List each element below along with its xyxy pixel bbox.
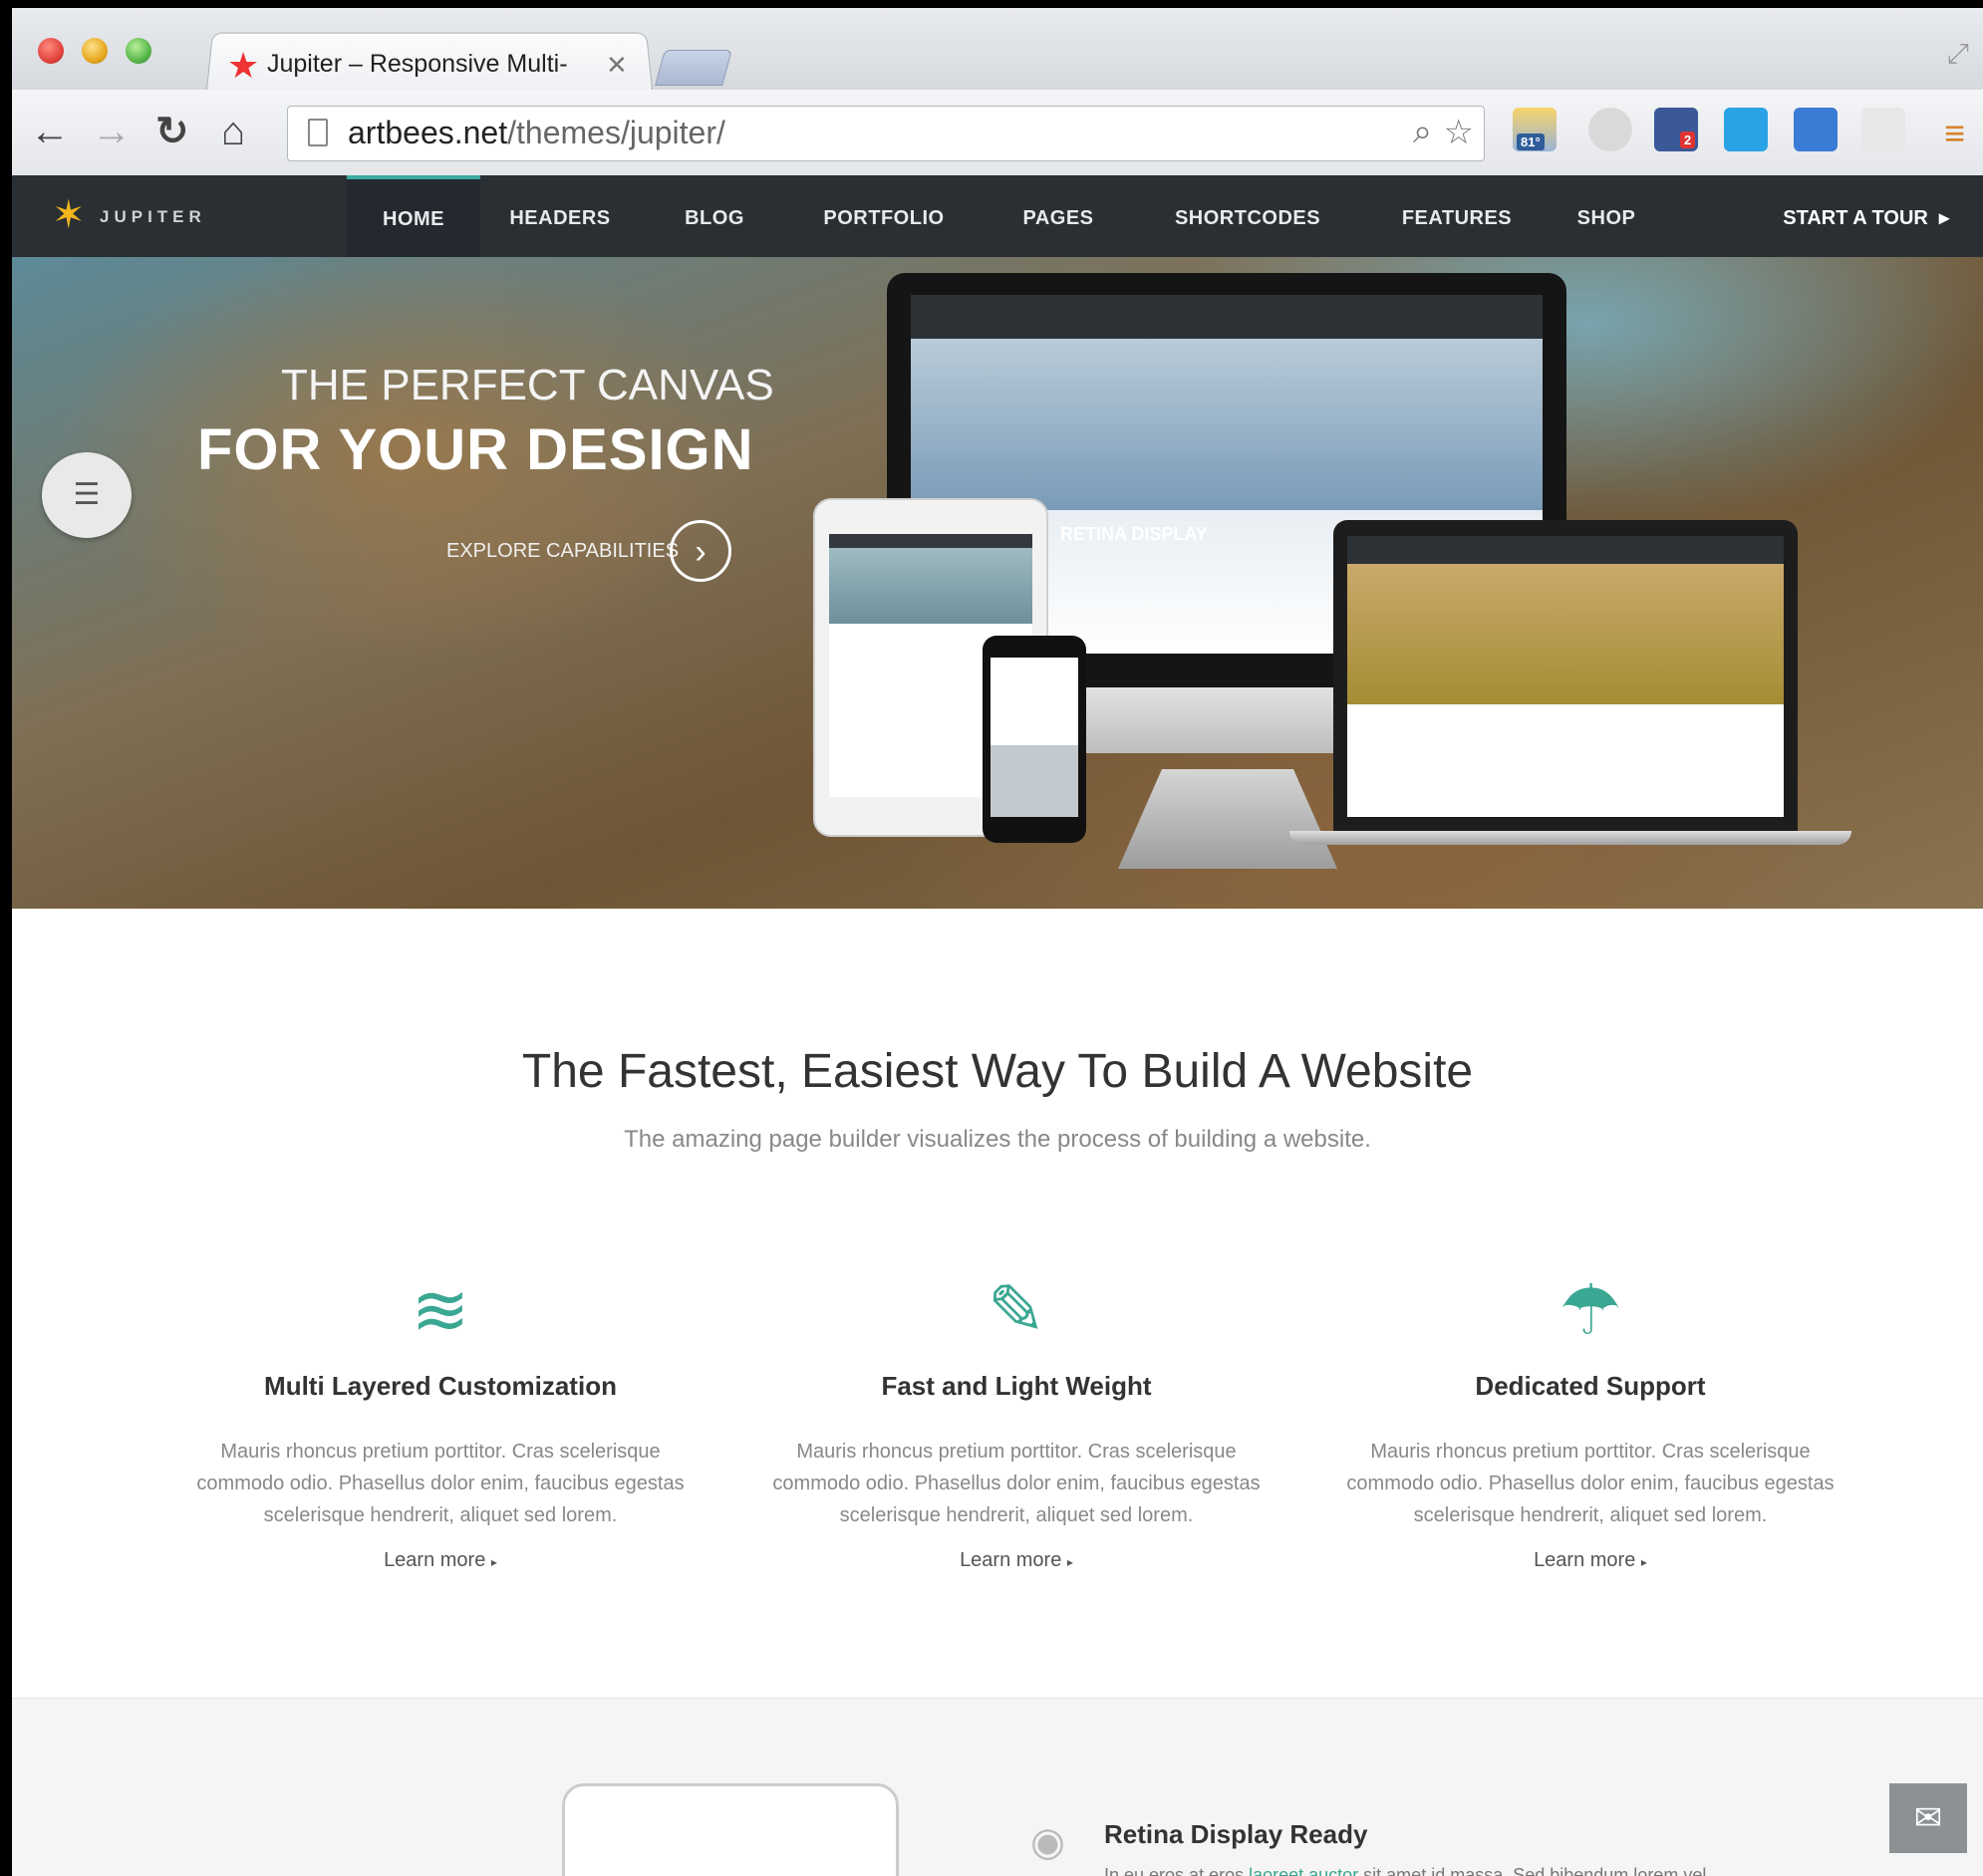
feature-title: Multi Layered Customization	[161, 1371, 719, 1402]
feature-text: Mauris rhoncus pretium porttitor. Cras s…	[181, 1436, 700, 1531]
eye-icon: ◉	[1030, 1819, 1065, 1865]
side-panel-toggle-icon[interactable]: ☰	[42, 452, 132, 538]
close-window-button[interactable]	[38, 38, 64, 64]
umbrella-icon: ☂	[1311, 1269, 1869, 1351]
retina-text-start: In eu eros at eros	[1104, 1865, 1249, 1876]
logo-star-icon: ✶	[52, 195, 86, 235]
caret-right-icon: ▸	[1939, 207, 1949, 229]
hero-heading-light: THE PERFECT CANVAS	[281, 361, 774, 410]
retina-section	[12, 1698, 1983, 1876]
calendar-icon[interactable]	[1794, 108, 1838, 151]
weather-extension-icon[interactable]: 81°	[1513, 108, 1557, 151]
laptop-screen	[1347, 536, 1784, 817]
feature-card: ≋ Multi Layered Customization Mauris rho…	[161, 1269, 719, 1572]
retina-title: Retina Display Ready	[1104, 1819, 1367, 1850]
laptop-base	[1289, 831, 1851, 845]
search-icon[interactable]: ⌕	[1413, 113, 1432, 151]
learn-more-label: Learn more	[960, 1549, 1061, 1571]
retina-text: In eu eros at eros laoreet auctor sit am…	[1104, 1865, 1706, 1876]
menu-icon[interactable]: ≡	[1944, 116, 1965, 151]
caret-right-icon: ▸	[1641, 1555, 1647, 1569]
laoreet-auctor-link[interactable]: laoreet auctor	[1249, 1865, 1358, 1876]
url-path: /themes/jupiter/	[507, 115, 725, 150]
nav-pages[interactable]: PAGES	[1008, 175, 1108, 257]
site-logo[interactable]: JUPITER	[100, 207, 206, 227]
nav-shop[interactable]: SHOP	[1566, 175, 1646, 257]
start-tour-link[interactable]: START A TOUR ▸	[1783, 205, 1949, 230]
learn-more-label: Learn more	[1534, 1549, 1635, 1571]
feature-text: Mauris rhoncus pretium porttitor. Cras s…	[1331, 1436, 1849, 1531]
extension-icon[interactable]	[1588, 108, 1632, 151]
feature-title: Dedicated Support	[1311, 1371, 1869, 1402]
facebook-icon[interactable]: 2	[1654, 108, 1698, 151]
section-title: The Fastest, Easiest Way To Build A Webs…	[12, 1044, 1983, 1099]
feather-icon: ✎	[737, 1269, 1295, 1351]
site-navigation: ✶ JUPITER HOME HEADERS BLOG PORTFOLIO PA…	[12, 175, 1983, 257]
weather-badge: 81°	[1517, 134, 1545, 150]
forward-arrow-icon[interactable]: →	[92, 112, 132, 151]
reload-icon[interactable]: ↻	[155, 112, 189, 151]
bookmark-star-icon[interactable]: ☆	[1444, 113, 1474, 152]
back-arrow-icon[interactable]: ←	[30, 112, 70, 151]
favicon-star-icon: ★	[227, 48, 259, 84]
tab-title: Jupiter – Responsive Multi-	[267, 50, 596, 79]
url-text[interactable]: artbees.net/themes/jupiter/	[348, 115, 725, 151]
phone-screen	[991, 658, 1078, 817]
phone-mockup	[983, 636, 1086, 843]
feature-card: ✎ Fast and Light Weight Mauris rhoncus p…	[737, 1269, 1295, 1572]
twitter-icon[interactable]	[1724, 108, 1768, 151]
phone-extension-icon[interactable]	[1861, 108, 1905, 151]
zoom-window-button[interactable]	[126, 38, 151, 64]
learn-more-label: Learn more	[384, 1549, 485, 1571]
feature-text: Mauris rhoncus pretium porttitor. Cras s…	[757, 1436, 1275, 1531]
nav-features[interactable]: FEATURES	[1387, 175, 1527, 257]
start-tour-label: START A TOUR	[1783, 207, 1928, 229]
new-tab-button[interactable]	[655, 50, 732, 86]
home-icon[interactable]: ⌂	[221, 112, 245, 151]
browser-window: ★ Jupiter – Responsive Multi- ✕ ⤢ ← → ↻ …	[12, 8, 1983, 1876]
feature-card: ☂ Dedicated Support Mauris rhoncus preti…	[1311, 1269, 1869, 1572]
nav-blog[interactable]: BLOG	[670, 175, 759, 257]
fullscreen-icon[interactable]: ⤢	[1947, 38, 1969, 71]
minimize-window-button[interactable]	[82, 38, 108, 64]
tab-close-icon[interactable]: ✕	[606, 50, 628, 81]
explore-capabilities-link[interactable]: EXPLORE CAPABILITIES	[446, 540, 679, 563]
chevron-right-icon[interactable]: ›	[670, 520, 731, 582]
layers-icon: ≋	[161, 1269, 719, 1351]
imac-stand	[1118, 769, 1337, 869]
nav-shortcodes[interactable]: SHORTCODES	[1158, 175, 1337, 257]
nav-home[interactable]: HOME	[347, 175, 480, 257]
address-bar[interactable]: artbees.net/themes/jupiter/ ⌕ ☆	[287, 106, 1485, 161]
caret-right-icon: ▸	[491, 1555, 497, 1569]
mail-icon[interactable]: ✉	[1889, 1783, 1967, 1853]
url-domain: artbees.net	[348, 115, 507, 150]
feature-title: Fast and Light Weight	[737, 1371, 1295, 1402]
section-subtitle: The amazing page builder visualizes the …	[12, 1126, 1983, 1154]
retina-text-end: sit amet id massa. Sed bibendum lorem ve…	[1358, 1865, 1706, 1876]
page-icon	[308, 119, 328, 146]
learn-more-link[interactable]: Learn more ▸	[1311, 1549, 1869, 1572]
nav-headers[interactable]: HEADERS	[500, 175, 620, 257]
caret-right-icon: ▸	[1067, 1555, 1073, 1569]
tablet-illustration	[562, 1783, 899, 1876]
laptop-mockup	[1333, 520, 1798, 831]
facebook-badge: 2	[1680, 132, 1695, 148]
hero-heading-bold: FOR YOUR DESIGN	[197, 416, 754, 483]
learn-more-link[interactable]: Learn more ▸	[161, 1549, 719, 1572]
learn-more-link[interactable]: Learn more ▸	[737, 1549, 1295, 1572]
retina-display-text: RETINA DISPLAY	[1060, 524, 1208, 545]
nav-portfolio[interactable]: PORTFOLIO	[809, 175, 959, 257]
tab-strip: ★ Jupiter – Responsive Multi- ✕ ⤢	[12, 8, 1983, 90]
hero-slider: ☰ THE PERFECT CANVAS FOR YOUR DESIGN EXP…	[12, 257, 1983, 909]
